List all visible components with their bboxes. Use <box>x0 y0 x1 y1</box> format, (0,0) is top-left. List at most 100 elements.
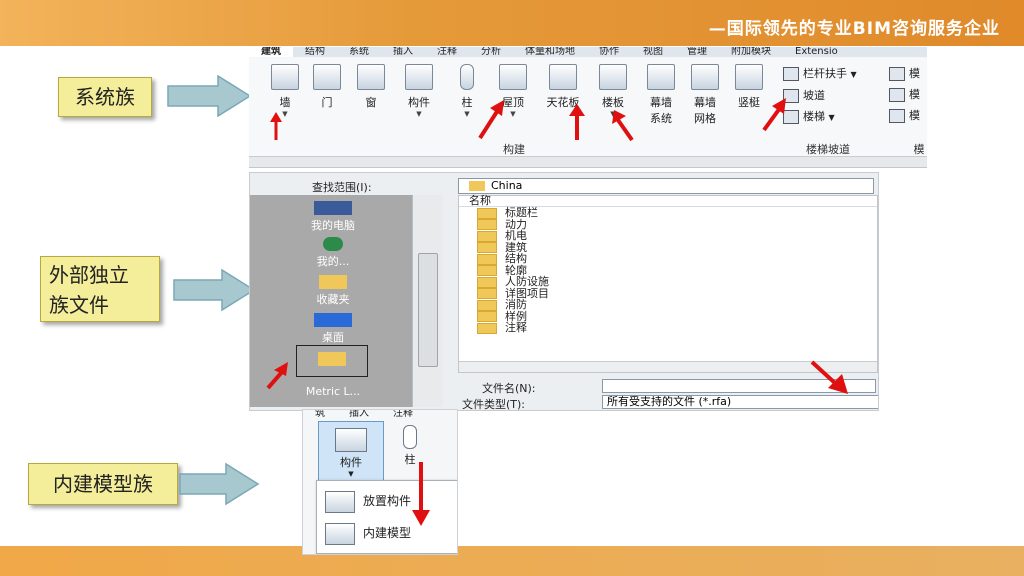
folder-icon <box>477 299 497 311</box>
curtain-system-label: 幕墙 <box>650 96 672 109</box>
chevron-down-icon: ▼ <box>850 70 857 79</box>
tab-manage[interactable]: 管理 <box>675 47 719 57</box>
model-group-button[interactable]: 模 <box>889 105 920 126</box>
folder-icon <box>477 322 497 334</box>
model-line-label: 模 <box>909 88 920 101</box>
tab-analyze[interactable]: 分析 <box>469 47 513 57</box>
curtain-system-button[interactable]: 幕墙 系统 <box>641 64 681 126</box>
curtain-grid-button[interactable]: 幕墙 网格 <box>685 64 725 126</box>
folder-icon <box>477 242 497 253</box>
ramp-button[interactable]: 坡道 <box>783 85 857 106</box>
place-network[interactable]: 我的... <box>278 237 388 269</box>
place-label: Metric L... <box>305 385 361 398</box>
curtain-system-label2: 系统 <box>650 112 672 125</box>
red-arrow-icon <box>478 100 504 140</box>
component-icon <box>405 64 433 90</box>
tab-massing[interactable]: 体量和场地 <box>513 47 587 57</box>
tab-annotate[interactable]: 注释 <box>425 47 469 57</box>
callout-inplace-family: 内建模型族 <box>28 463 178 505</box>
column-icon <box>460 64 474 90</box>
model-line-button[interactable]: 模 <box>889 84 920 105</box>
tab-view[interactable]: 视图 <box>631 47 675 57</box>
curtain-grid-label2: 网格 <box>694 112 716 125</box>
chevron-down-icon: ▼ <box>828 113 835 122</box>
callout-external-line2: 族文件 <box>49 293 109 317</box>
model-group-label: 模 <box>909 109 920 122</box>
component-button[interactable]: 构件 ▼ <box>318 421 384 485</box>
folder-icon <box>477 288 497 299</box>
railing-button[interactable]: 栏杆扶手 ▼ <box>783 63 857 85</box>
stair-label: 楼梯 <box>803 110 825 123</box>
places-scrollbar[interactable] <box>412 195 443 407</box>
folder-icon <box>469 181 485 191</box>
model-text-button[interactable]: 模 <box>889 63 920 84</box>
filetype-value: 所有受支持的文件 (*.rfa) <box>607 395 732 408</box>
tab-architecture[interactable]: 建筑 <box>249 47 293 57</box>
tab-structure[interactable]: 结构 <box>293 47 337 57</box>
lookin-value: China <box>491 179 523 192</box>
filetype-select[interactable]: 所有受支持的文件 (*.rfa) <box>602 395 878 409</box>
tab-extensions[interactable]: Extensio <box>783 47 850 57</box>
tab-insert[interactable]: 插入 <box>381 47 425 57</box>
folder-icon <box>477 265 497 276</box>
component-icon <box>335 428 367 452</box>
scrollbar-thumb[interactable] <box>418 253 438 367</box>
model-text-icon <box>889 67 905 81</box>
tab-insert[interactable]: 插入 <box>337 410 381 419</box>
stair-button[interactable]: 楼梯 ▼ <box>783 106 857 128</box>
red-arrow-icon <box>612 110 634 142</box>
tab-architecture[interactable]: 筑 <box>303 410 337 419</box>
tab-addins[interactable]: 附加模块 <box>719 47 783 57</box>
chevron-down-icon: ▼ <box>416 110 422 118</box>
wall-button[interactable]: 墙 ▼ <box>265 64 305 118</box>
menu-item-place-component[interactable]: 放置构件 <box>325 487 455 515</box>
filename-label: 文件名(N): <box>482 382 536 395</box>
lookin-select[interactable]: China <box>458 178 874 194</box>
desktop-icon <box>314 313 352 327</box>
window-button[interactable]: 窗 <box>351 64 391 110</box>
column-button[interactable]: 柱 <box>395 423 425 467</box>
folder-icon <box>477 253 497 265</box>
tab-annotate[interactable]: 注释 <box>381 410 425 419</box>
company-slogan: —国际领先的专业BIM咨询服务企业 <box>708 19 1000 39</box>
place-metric-library[interactable]: Metric L... <box>278 385 388 398</box>
place-desktop[interactable]: 桌面 <box>278 313 388 345</box>
menu-item-label: 放置构件 <box>363 494 412 508</box>
tab-collaborate[interactable]: 协作 <box>587 47 631 57</box>
column-icon <box>403 425 417 449</box>
folder-icon <box>477 230 497 242</box>
filetype-label: 文件类型(T): <box>462 398 526 411</box>
group-label-stairs: 楼梯坡道 <box>806 143 850 156</box>
component-button[interactable]: 构件 ▼ <box>399 64 439 118</box>
place-metric-library-selected[interactable] <box>296 345 368 377</box>
stairs-ramp-list: 栏杆扶手 ▼ 坡道 楼梯 ▼ <box>783 63 857 128</box>
folder-icon <box>318 352 346 366</box>
group-label-model: 模 <box>913 143 925 156</box>
door-button[interactable]: 门 <box>307 64 347 110</box>
component-dropdown-screenshot: 筑插入 注释 构件 ▼ 柱 放置构件 内建模型 <box>302 409 458 555</box>
mullion-icon <box>735 64 763 90</box>
railing-label: 栏杆扶手 <box>803 67 847 80</box>
file-list: 名称 标题栏 动力 机电 建筑 结构 轮廓 人防设施 详图项目 消防 样例 注释 <box>458 195 878 373</box>
menu-item-model-in-place[interactable]: 内建模型 <box>325 519 455 547</box>
curtain-grid-icon <box>691 64 719 90</box>
place-label: 我的电脑 <box>311 219 355 232</box>
open-family-dialog-screenshot: 查找范围(I): China 我的电脑 我的... 收藏夹 桌面 Metric … <box>249 172 879 411</box>
callout-external-family: 外部独立 族文件 <box>40 256 160 322</box>
component-dropdown-menu: 放置构件 内建模型 <box>316 480 457 554</box>
top-header-band: —国际领先的专业BIM咨询服务企业 <box>0 0 1024 46</box>
tab-systems[interactable]: 系统 <box>337 47 381 57</box>
place-favorites[interactable]: 收藏夹 <box>278 275 388 307</box>
red-arrow-icon <box>810 360 848 394</box>
red-arrow-icon <box>412 462 430 526</box>
window-icon <box>357 64 385 90</box>
callout-inplace-text: 内建模型族 <box>53 472 153 496</box>
railing-icon <box>783 67 799 81</box>
red-arrow-icon <box>266 362 288 390</box>
model-text-label: 模 <box>909 67 920 80</box>
bottom-footer-band <box>0 546 1024 576</box>
favorites-folder-icon <box>319 275 347 289</box>
folder-icon <box>477 219 497 230</box>
list-item[interactable]: 注释 <box>459 322 877 334</box>
place-my-computer[interactable]: 我的电脑 <box>278 201 388 233</box>
